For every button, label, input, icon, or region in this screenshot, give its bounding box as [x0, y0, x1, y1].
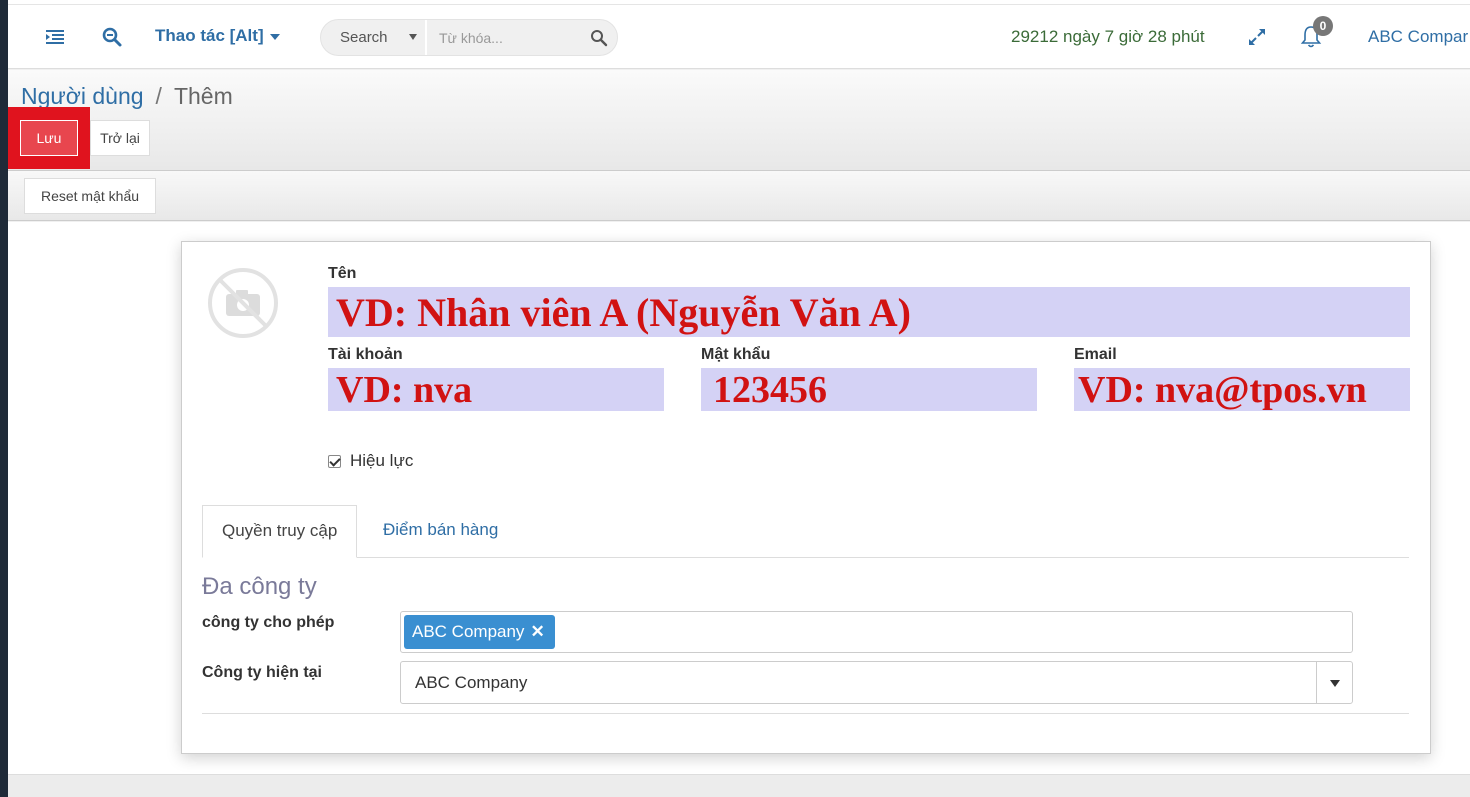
notification-badge: 0 [1313, 16, 1333, 36]
login-label: Tài khoản [328, 346, 403, 363]
allowed-companies-field[interactable]: ABC Company ✕ [400, 611, 1353, 653]
remove-tag-icon[interactable]: ✕ [530, 615, 544, 649]
breadcrumb-current: Thêm [173, 83, 233, 109]
multi-company-group-title: Đa công ty [202, 573, 317, 600]
dropdown-caret-icon[interactable] [1316, 662, 1352, 703]
company-menu[interactable]: ABC Compar [1368, 27, 1468, 47]
allowed-companies-label: công ty cho phép [202, 614, 335, 631]
divider [202, 713, 1409, 714]
footer-strip [8, 774, 1470, 797]
email-input[interactable] [1074, 368, 1410, 411]
tab-access-rights[interactable]: Quyền truy cập [202, 505, 358, 558]
left-sidebar-edge [0, 0, 8, 797]
password-label: Mật khẩu [701, 346, 771, 363]
company-tag: ABC Company ✕ [404, 615, 555, 649]
actions-menu-label: Thao tác [Alt] [155, 26, 264, 45]
top-navbar: Thao tác [Alt] Search 29212 ngày 7 giờ 2… [8, 5, 1470, 69]
caret-down-icon [409, 34, 417, 40]
active-checkbox[interactable] [328, 454, 341, 468]
save-button[interactable]: Lưu [20, 120, 78, 156]
breadcrumb-parent-link[interactable]: Người dùng [21, 83, 144, 109]
breadcrumb: Người dùng / Thêm [21, 83, 233, 110]
search-box: Search [320, 19, 618, 56]
tab-point-of-sale[interactable]: Điểm bán hàng [364, 505, 517, 558]
login-input[interactable] [328, 368, 664, 411]
form-sheet: Tên Tài khoản Mật khẩu Email Hiệu lực Qu… [181, 241, 1431, 754]
caret-down-icon [269, 33, 280, 40]
search-type-select[interactable]: Search [321, 20, 427, 55]
search-icon[interactable] [589, 28, 609, 48]
current-company-value: ABC Company [415, 673, 528, 692]
name-label: Tên [328, 265, 357, 282]
session-timer: 29212 ngày 7 giờ 28 phút [1011, 27, 1205, 46]
email-label: Email [1074, 346, 1117, 363]
zoom-search-icon[interactable] [100, 25, 124, 49]
company-tag-label: ABC Company [412, 622, 525, 641]
back-button[interactable]: Trở lại [90, 120, 150, 156]
breadcrumb-separator: / [155, 83, 162, 109]
fullscreen-expand-icon[interactable] [1246, 26, 1268, 48]
active-checkbox-label: Hiệu lực [350, 451, 414, 470]
name-input[interactable] [328, 287, 1410, 337]
list-menu-icon[interactable] [43, 25, 67, 49]
current-company-label: Công ty hiện tại [202, 664, 322, 681]
active-checkbox-row: Hiệu lực [328, 451, 413, 471]
form-statusbar: Reset mật khẩu [8, 170, 1470, 221]
reset-password-button[interactable]: Reset mật khẩu [24, 178, 156, 214]
search-input[interactable] [429, 20, 589, 55]
no-photo-camera-icon[interactable] [206, 266, 280, 340]
control-panel: Người dùng / Thêm Lưu Trở lại [8, 70, 1470, 170]
actions-menu[interactable]: Thao tác [Alt] [155, 26, 280, 46]
password-input[interactable] [701, 368, 1037, 411]
current-company-select[interactable]: ABC Company [400, 661, 1353, 704]
search-type-label: Search [340, 29, 388, 46]
form-tabs: Quyền truy cập Điểm bán hàng [202, 505, 1409, 558]
